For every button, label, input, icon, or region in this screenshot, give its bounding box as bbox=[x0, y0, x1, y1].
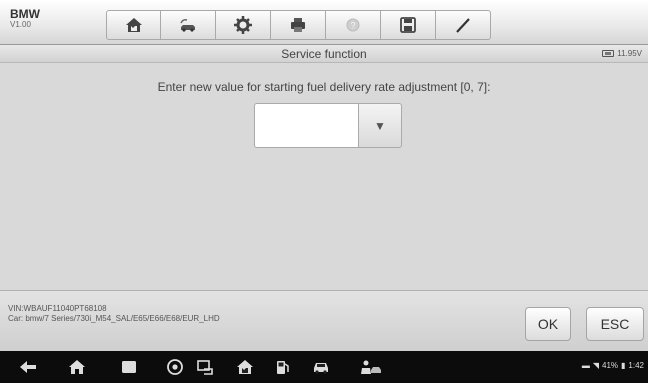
back-button[interactable] bbox=[19, 359, 37, 375]
value-input[interactable] bbox=[254, 103, 358, 148]
diag-home-button[interactable] bbox=[236, 359, 254, 375]
edit-button[interactable] bbox=[436, 10, 491, 40]
message-icon: ▬ bbox=[581, 361, 590, 370]
help-icon: ? bbox=[346, 18, 360, 32]
recent-apps-button[interactable] bbox=[120, 359, 138, 375]
main-content: Enter new value for starting fuel delive… bbox=[0, 63, 648, 290]
voltage-value: 11.95V bbox=[617, 49, 642, 58]
pen-icon bbox=[456, 18, 470, 33]
svg-text:?: ? bbox=[350, 21, 355, 31]
help-button[interactable]: ? bbox=[326, 10, 381, 40]
vehicle-swap-icon bbox=[180, 19, 195, 32]
android-nav-bar: ▬ ◥ 41% ▮ 1:42 bbox=[0, 351, 648, 383]
ok-button[interactable]: OK bbox=[525, 307, 571, 341]
footer-panel: VIN:WBAUF11040PT68108 Car: bmw/7 Series/… bbox=[0, 290, 648, 351]
chrome-button[interactable] bbox=[166, 359, 184, 375]
software-version: V1.00 bbox=[10, 19, 31, 29]
back-arrow-icon bbox=[20, 361, 36, 373]
home-icon bbox=[125, 18, 142, 32]
wifi-icon: ◥ bbox=[592, 361, 599, 370]
car-button[interactable] bbox=[312, 359, 330, 375]
clock: 1:42 bbox=[628, 361, 644, 370]
vehicle-swap-button[interactable] bbox=[161, 10, 216, 40]
save-button[interactable] bbox=[381, 10, 436, 40]
battery-icon: ▮ bbox=[621, 361, 626, 370]
fuel-button[interactable] bbox=[274, 359, 292, 375]
chrome-icon bbox=[167, 359, 183, 375]
print-button[interactable] bbox=[271, 10, 326, 40]
status-bar: ▬ ◥ 41% ▮ 1:42 bbox=[582, 361, 644, 370]
fuel-pump-icon bbox=[277, 361, 289, 374]
house-icon bbox=[69, 360, 85, 374]
toolbar-buttons: ? bbox=[106, 10, 546, 40]
car-icon bbox=[314, 363, 328, 374]
android-home-button[interactable] bbox=[68, 359, 86, 375]
esc-button[interactable]: ESC bbox=[586, 307, 644, 341]
brand-name: BMW bbox=[10, 7, 40, 21]
vin-text: VIN:WBAUF11040PT68108 bbox=[8, 304, 107, 313]
page-title: Service function bbox=[281, 47, 367, 61]
screen-cast-icon bbox=[197, 360, 213, 375]
user-car-icon bbox=[361, 360, 381, 374]
print-icon bbox=[291, 18, 305, 32]
vehicle-info: VIN:WBAUF11040PT68108 Car: bmw/7 Series/… bbox=[8, 304, 220, 325]
top-toolbar: BMW V1.00 ? bbox=[0, 0, 648, 45]
input-prompt: Enter new value for starting fuel delive… bbox=[157, 80, 491, 94]
battery-level: 41% bbox=[602, 361, 619, 370]
screen-cast-button[interactable] bbox=[196, 359, 214, 375]
settings-gear-icon bbox=[234, 16, 252, 34]
user-car-button[interactable] bbox=[358, 359, 382, 375]
dropdown-button[interactable]: ▼ bbox=[358, 103, 402, 148]
car-battery-icon bbox=[602, 50, 615, 57]
settings-button[interactable] bbox=[216, 10, 271, 40]
value-combobox: ▼ bbox=[254, 103, 402, 148]
battery-voltage: 11.95V bbox=[602, 49, 642, 58]
title-bar: Service function 11.95V bbox=[0, 45, 648, 63]
vehicle-brand: BMW V1.00 bbox=[10, 8, 40, 29]
home-button[interactable] bbox=[106, 10, 161, 40]
recent-apps-icon bbox=[122, 361, 136, 373]
diag-home-icon bbox=[237, 360, 253, 374]
car-path-text: Car: bmw/7 Series/730i_M54_SAL/E65/E66/E… bbox=[8, 314, 220, 324]
triangle-down-icon: ▼ bbox=[374, 118, 386, 133]
save-icon bbox=[400, 17, 416, 33]
